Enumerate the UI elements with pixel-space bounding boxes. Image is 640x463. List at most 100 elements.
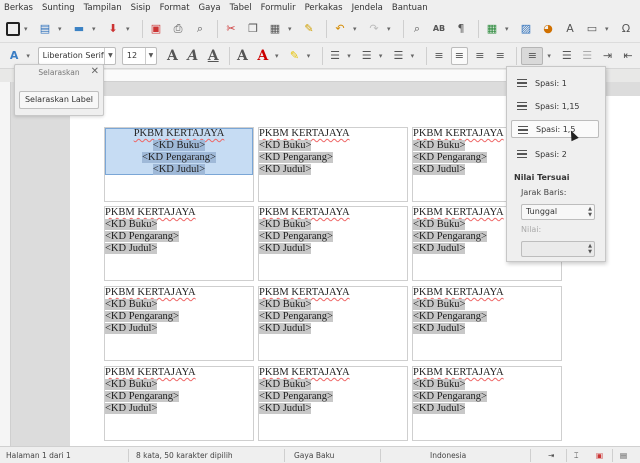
redo-icon[interactable]: ↷ xyxy=(365,20,383,38)
numbered-list-icon[interactable]: ☰ xyxy=(359,47,375,65)
field-kd-buku[interactable]: <KD Buku> xyxy=(413,219,466,230)
chevron-down-icon[interactable]: ▾ xyxy=(505,25,513,33)
bold-icon[interactable]: A xyxy=(164,47,180,65)
synchronize-labels-window[interactable]: Selaraskan ✕ Selaraskan Label xyxy=(14,64,104,116)
menu-formulir[interactable]: Formulir xyxy=(261,3,296,13)
menu-berkas[interactable]: Berkas xyxy=(4,3,33,13)
decrease-indent-icon[interactable]: ⇤ xyxy=(620,47,636,65)
outline-list-icon[interactable]: ☰ xyxy=(390,47,406,65)
chevron-down-icon[interactable]: ▼ xyxy=(144,47,156,64)
horizontal-ruler[interactable] xyxy=(100,70,510,82)
field-kd-buku[interactable]: <KD Buku> xyxy=(105,299,158,310)
field-kd-pengarang[interactable]: <KD Pengarang> xyxy=(413,391,487,402)
field-kd-pengarang[interactable]: <KD Pengarang> xyxy=(259,391,333,402)
field-kd-pengarang[interactable]: <KD Pengarang> xyxy=(259,311,333,322)
open-folder-icon[interactable]: ▬ xyxy=(70,20,88,38)
selection-mode-icon[interactable]: ⌶ xyxy=(574,451,579,461)
special-character-icon[interactable]: Ω xyxy=(617,20,635,38)
spin-arrows-icon[interactable]: ▲ ▼ xyxy=(588,206,592,218)
field-kd-judul[interactable]: <KD Judul> xyxy=(413,243,466,254)
field-kd-pengarang[interactable]: <KD Pengarang> xyxy=(413,231,487,242)
field-kd-buku[interactable]: <KD Buku> xyxy=(105,379,158,390)
field-kd-pengarang[interactable]: <KD Pengarang> xyxy=(259,152,333,163)
label-cell[interactable]: PKBM KERTAJAYA <KD Buku> <KD Pengarang> … xyxy=(412,286,562,361)
field-kd-pengarang[interactable]: <KD Pengarang> xyxy=(105,231,179,242)
chevron-down-icon[interactable]: ▾ xyxy=(26,52,33,60)
chevron-down-icon[interactable]: ▾ xyxy=(24,25,32,33)
undo-icon[interactable]: ↶ xyxy=(331,20,349,38)
label-cell[interactable]: PKBM KERTAJAYA <KD Buku> <KD Pengarang> … xyxy=(258,366,408,441)
chevron-down-icon[interactable]: ▾ xyxy=(126,25,134,33)
field-kd-judul[interactable]: <KD Judul> xyxy=(259,243,312,254)
label-cell[interactable]: PKBM KERTAJAYA <KD Buku> <KD Pengarang> … xyxy=(258,286,408,361)
insert-chart-icon[interactable]: ◕ xyxy=(539,20,557,38)
frame-icon[interactable] xyxy=(6,21,20,36)
chevron-down-icon[interactable]: ▾ xyxy=(387,25,395,33)
field-kd-pengarang[interactable]: <KD Pengarang> xyxy=(105,391,179,402)
spacing-option-1-15[interactable]: Spasi: 1,15 xyxy=(511,97,599,115)
label-cell[interactable]: PKBM KERTAJAYA <KD Buku> <KD Pengarang> … xyxy=(412,366,562,441)
export-pdf-icon[interactable]: ▣ xyxy=(147,20,165,38)
new-document-icon[interactable]: ▤ xyxy=(36,20,54,38)
field-kd-buku[interactable]: <KD Buku> xyxy=(413,379,466,390)
field-kd-judul[interactable]: <KD Judul> xyxy=(413,164,466,175)
page-count[interactable]: Halaman 1 dari 1 xyxy=(6,451,71,460)
italic-icon[interactable]: A xyxy=(185,47,201,65)
label-cell[interactable]: PKBM KERTAJAYA <KD Buku> <KD Pengarang> … xyxy=(104,286,254,361)
label-cell[interactable]: PKBM KERTAJAYA <KD Buku> <KD Pengarang> … xyxy=(258,206,408,281)
copy-icon[interactable]: ❐ xyxy=(244,20,262,38)
find-replace-icon[interactable]: ⌕ xyxy=(408,20,426,38)
highlight-icon[interactable]: ✎ xyxy=(286,47,302,65)
menu-jendela[interactable]: Jendela xyxy=(352,3,383,13)
paste-icon[interactable]: ▦ xyxy=(266,20,284,38)
spacing-option-1[interactable]: Spasi: 1 xyxy=(511,74,599,92)
spin-arrows-icon[interactable]: ▲ ▼ xyxy=(588,243,592,255)
menu-bantuan[interactable]: Bantuan xyxy=(392,3,428,13)
menu-sunting[interactable]: Sunting xyxy=(42,3,75,13)
chevron-down-icon[interactable]: ▾ xyxy=(605,25,613,33)
bullet-list-icon[interactable]: ☰ xyxy=(327,47,343,65)
menu-tabel[interactable]: Tabel xyxy=(230,3,252,13)
field-kd-judul[interactable]: <KD Judul> xyxy=(105,243,158,254)
field-kd-buku[interactable]: <KD Buku> xyxy=(259,379,312,390)
font-name-combo[interactable]: Liberation Serif ▼ xyxy=(37,46,117,65)
formatting-marks-icon[interactable]: ¶ xyxy=(452,20,470,38)
chevron-down-icon[interactable]: ▾ xyxy=(288,25,296,33)
field-kd-judul[interactable]: <KD Judul> xyxy=(105,403,158,414)
insert-mode-icon[interactable]: ⇥ xyxy=(548,451,554,460)
insert-table-icon[interactable]: ▦ xyxy=(483,20,501,38)
print-icon[interactable]: ⎙ xyxy=(169,20,187,38)
font-color-icon[interactable]: A xyxy=(255,47,271,65)
menu-tampilan[interactable]: Tampilan xyxy=(84,3,122,13)
chevron-down-icon[interactable]: ▾ xyxy=(275,52,282,60)
justify-icon[interactable]: ≡ xyxy=(492,47,508,65)
field-kd-judul[interactable]: <KD Judul> xyxy=(413,323,466,334)
field-kd-buku[interactable]: <KD Buku> xyxy=(152,140,206,151)
cut-icon[interactable]: ✂ xyxy=(222,20,240,38)
align-center-icon[interactable]: ≡ xyxy=(451,46,468,65)
align-right-icon[interactable]: ≡ xyxy=(472,47,488,65)
field-kd-buku[interactable]: <KD Buku> xyxy=(259,140,312,151)
increase-indent-icon[interactable]: ⇥ xyxy=(599,47,615,65)
underline-icon[interactable]: A xyxy=(205,47,221,65)
field-kd-pengarang[interactable]: <KD Pengarang> xyxy=(413,152,487,163)
field-kd-pengarang[interactable]: <KD Pengarang> xyxy=(105,311,179,322)
spacing-option-1-5[interactable]: Spasi: 1,5 xyxy=(511,120,599,138)
field-kd-pengarang[interactable]: <KD Pengarang> xyxy=(413,311,487,322)
align-left-icon[interactable]: ≡ xyxy=(431,47,447,65)
view-layout-icon[interactable]: ▤ xyxy=(620,451,627,460)
print-preview-icon[interactable]: ⌕ xyxy=(191,20,209,38)
chevron-down-icon[interactable]: ▾ xyxy=(347,52,354,60)
chevron-down-icon[interactable]: ▼ xyxy=(104,47,115,64)
label-cell[interactable]: PKBM KERTAJAYA <KD Buku> <KD Pengarang> … xyxy=(258,127,408,202)
page-style[interactable]: Gaya Baku xyxy=(294,451,334,460)
field-kd-judul[interactable]: <KD Judul> xyxy=(152,164,206,175)
menu-sisip[interactable]: Sisip xyxy=(131,3,151,13)
insert-field-icon[interactable]: ▭ xyxy=(583,20,601,38)
field-kd-judul[interactable]: <KD Judul> xyxy=(105,323,158,334)
label-cell[interactable]: PKBM KERTAJAYA <KD Buku> <KD Pengarang> … xyxy=(104,127,254,202)
field-kd-buku[interactable]: <KD Buku> xyxy=(259,299,312,310)
field-kd-buku[interactable]: <KD Buku> xyxy=(105,219,158,230)
chevron-down-icon[interactable]: ▾ xyxy=(307,52,314,60)
chevron-down-icon[interactable]: ▾ xyxy=(92,25,100,33)
